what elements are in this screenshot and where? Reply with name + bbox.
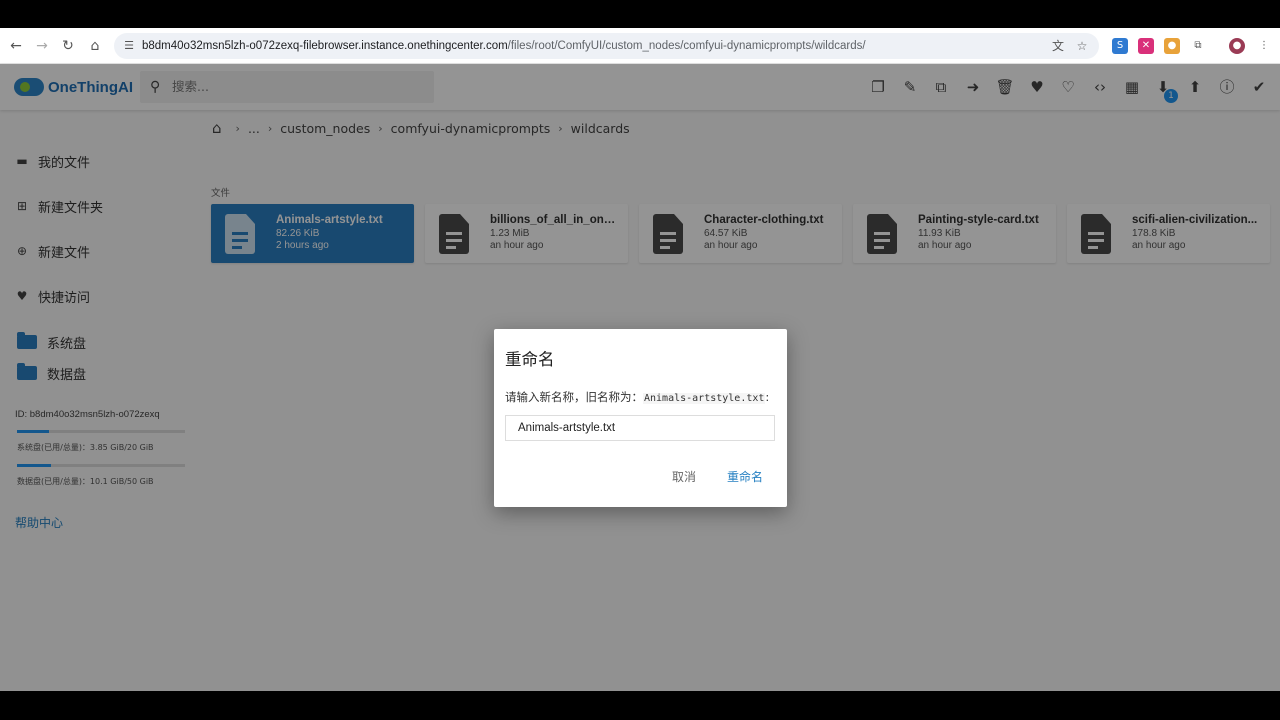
url-host: b8dm40o32msn5lzh-o072zexq-filebrowser.in… [142,40,508,52]
browser-toolbar: ← → ↻ ⌂ ☰ b8dm40o32msn5lzh-o072zexq-file… [0,28,1280,64]
dialog-title: 重命名 [505,350,555,369]
old-file-name: Animals-artstyle.txt [643,393,766,404]
back-icon[interactable]: ← [6,36,26,56]
bookmark-star-icon[interactable]: ☆ [1074,38,1090,54]
site-settings-icon[interactable]: ☰ [121,38,137,54]
forward-icon[interactable]: → [32,36,52,56]
dialog-prompt: 请输入新名称，旧名称为：Animals-artstyle.txt: [505,389,769,405]
screen-frame: ← → ↻ ⌂ ☰ b8dm40o32msn5lzh-o072zexq-file… [0,0,1280,720]
cancel-button[interactable]: 取消 [672,468,696,485]
address-bar[interactable]: ☰ b8dm40o32msn5lzh-o072zexq-filebrowser.… [114,33,1099,59]
rename-confirm-button[interactable]: 重命名 [727,468,763,485]
modal-overlay[interactable]: 重命名 请输入新名称，旧名称为：Animals-artstyle.txt: 取消… [0,64,1280,691]
browser-window: ← → ↻ ⌂ ☰ b8dm40o32msn5lzh-o072zexq-file… [0,28,1280,691]
browser-menu-icon[interactable]: ⋮ [1256,38,1272,54]
dialog-prompt-text: 请输入新名称，旧名称为： [505,390,643,404]
extension-s-icon[interactable]: S [1112,38,1128,54]
translate-icon[interactable]: 文 [1050,38,1066,54]
rename-dialog: 重命名 请输入新名称，旧名称为：Animals-artstyle.txt: 取消… [494,329,787,507]
new-name-input[interactable] [505,415,775,441]
home-icon[interactable]: ⌂ [85,36,105,56]
reload-icon[interactable]: ↻ [58,36,78,56]
url-path: /files/root/ComfyUI/custom_nodes/comfyui… [507,40,866,52]
dialog-prompt-suffix: : [765,390,770,404]
url-text[interactable]: b8dm40o32msn5lzh-o072zexq-filebrowser.in… [142,33,866,59]
extension-ball-icon[interactable]: ● [1164,38,1180,54]
profile-avatar-icon[interactable]: ● [1229,38,1245,54]
extensions-puzzle-icon[interactable]: ⧉ [1190,38,1206,54]
extension-x-icon[interactable]: ✕ [1138,38,1154,54]
